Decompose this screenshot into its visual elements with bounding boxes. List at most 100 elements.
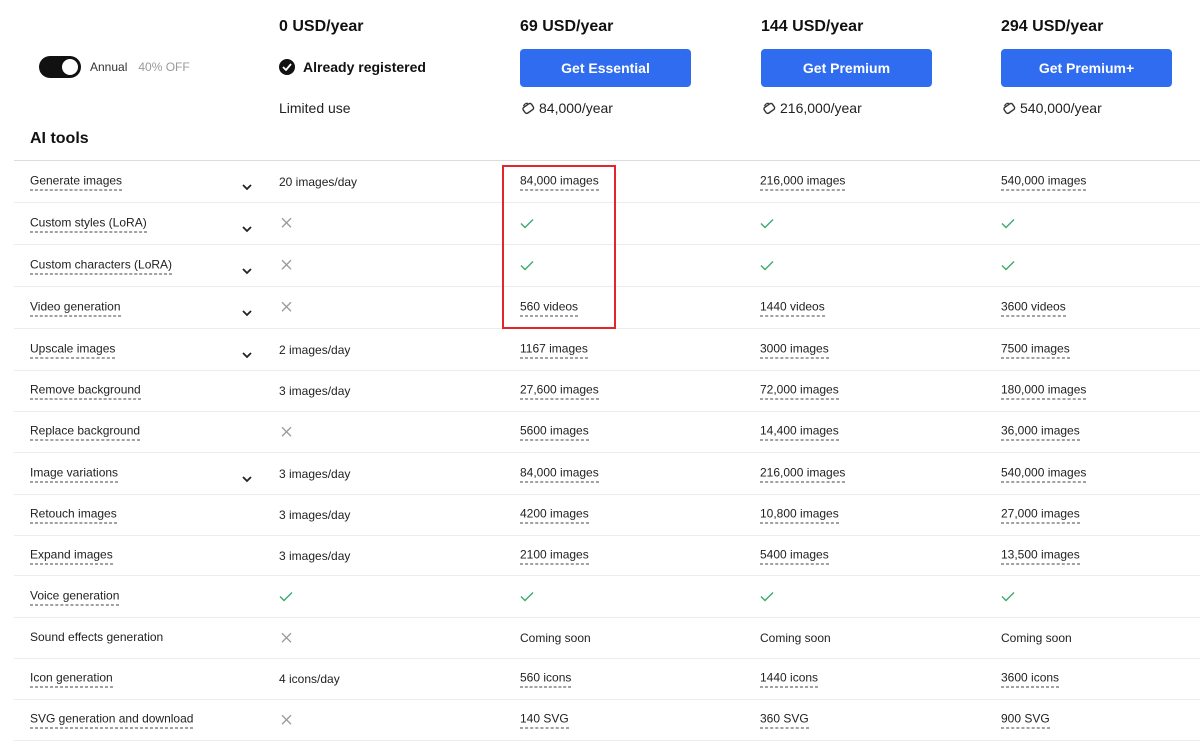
feature-value: 27,600 images — [520, 383, 599, 400]
feature-value: 3600 videos — [1001, 299, 1066, 316]
plan-credits: 84,000/year — [520, 100, 613, 116]
credits-amount: 84,000/year — [539, 100, 613, 116]
feature-value: 540,000 images — [1001, 465, 1087, 482]
table-row: Generate images 20 images/day 84,000 image… — [14, 161, 1200, 203]
check-icon — [760, 258, 774, 273]
check-icon — [1001, 589, 1015, 604]
get-essential-button[interactable]: Get Essential — [520, 49, 691, 87]
cross-icon — [279, 712, 293, 728]
feature-value: Coming soon — [1001, 631, 1072, 645]
feature-value: 36,000 images — [1001, 424, 1080, 441]
chevron-down-icon[interactable] — [241, 220, 253, 232]
get-premium-button[interactable]: Get Premium — [761, 49, 932, 87]
feature-label[interactable]: Image variations — [30, 465, 119, 482]
registered-label: Already registered — [303, 59, 426, 75]
feature-value: 3 images/day — [279, 548, 351, 563]
cross-icon — [279, 216, 293, 232]
feature-value: 3 images/day — [279, 466, 351, 481]
already-registered: Already registered — [279, 59, 426, 75]
chevron-down-icon[interactable] — [241, 178, 253, 190]
feature-value: 1440 videos — [760, 299, 825, 316]
credits-amount: 540,000/year — [1020, 100, 1102, 116]
feature-table: Generate images 20 images/day 84,000 image… — [14, 161, 1200, 741]
get-premium-plus-button[interactable]: Get Premium+ — [1001, 49, 1172, 87]
table-row: Retouch images 3 images/day 4200 images 10,… — [14, 495, 1200, 536]
chevron-down-icon[interactable] — [241, 346, 253, 358]
feature-label[interactable]: Retouch images — [30, 507, 117, 524]
feature-value: 5400 images — [760, 547, 829, 564]
feature-value: 4 icons/day — [279, 672, 340, 686]
credits-icon — [1001, 100, 1017, 116]
plan-credits: 216,000/year — [761, 100, 862, 116]
table-row: Video generation 560 videos 1440 videos 360… — [14, 287, 1200, 329]
feature-value: 72,000 images — [760, 383, 839, 400]
feature-value: 2 images/day — [279, 342, 351, 357]
feature-value: Coming soon — [760, 631, 831, 645]
feature-value: 84,000 images — [520, 173, 599, 190]
feature-label[interactable]: Remove background — [30, 383, 141, 400]
credits-icon — [520, 100, 536, 116]
feature-label[interactable]: Custom characters (LoRA) — [30, 257, 173, 274]
table-row: Replace background 5600 images 14,400 imag… — [14, 412, 1200, 453]
check-icon — [520, 216, 534, 231]
feature-value: Coming soon — [520, 631, 591, 645]
check-circle-icon — [279, 59, 295, 75]
feature-value: 14,400 images — [760, 424, 839, 441]
table-row: Upscale images 2 images/day 1167 images 300… — [14, 329, 1200, 371]
feature-value: 84,000 images — [520, 465, 599, 482]
table-row: Image variations 3 images/day 84,000 image… — [14, 453, 1200, 495]
feature-label[interactable]: Custom styles (LoRA) — [30, 215, 147, 232]
feature-label[interactable]: Icon generation — [30, 671, 113, 688]
feature-value: 7500 images — [1001, 341, 1070, 358]
table-row: Remove background 3 images/day 27,600 imag… — [14, 371, 1200, 412]
credits-amount: 216,000/year — [780, 100, 862, 116]
billing-period-toggle[interactable] — [39, 56, 81, 78]
chevron-down-icon[interactable] — [241, 304, 253, 316]
credits-icon — [761, 100, 777, 116]
plan-price: 0 USD/year — [279, 18, 364, 35]
plan-usage: Limited use — [279, 100, 351, 116]
feature-label[interactable]: Expand images — [30, 547, 113, 564]
cross-icon — [279, 258, 293, 274]
pricing-header: Annual 40% OFF 0 USD/year Already regist… — [0, 0, 1200, 161]
feature-value: 180,000 images — [1001, 383, 1087, 400]
feature-value: 3600 icons — [1001, 671, 1060, 688]
feature-label[interactable]: Generate images — [30, 173, 123, 190]
billing-toggle-group: Annual 40% OFF — [39, 56, 190, 78]
feature-value: 360 SVG — [760, 712, 809, 729]
cross-icon — [279, 300, 293, 316]
feature-label[interactable]: SVG generation and download — [30, 712, 194, 729]
feature-label[interactable]: Sound effects generation — [30, 630, 163, 646]
feature-value: 3000 images — [760, 341, 829, 358]
feature-label[interactable]: Upscale images — [30, 341, 116, 358]
feature-label[interactable]: Replace background — [30, 424, 141, 441]
plan-price: 69 USD/year — [520, 18, 614, 35]
table-row: Custom styles (LoRA) — [14, 203, 1200, 245]
plan-price: 294 USD/year — [1001, 18, 1104, 35]
feature-value: 13,500 images — [1001, 547, 1080, 564]
feature-value: 560 icons — [520, 671, 572, 688]
check-icon — [520, 589, 534, 604]
feature-value: 540,000 images — [1001, 173, 1087, 190]
feature-value: 1440 icons — [760, 671, 819, 688]
table-row: Sound effects generation Coming soon Comin… — [14, 618, 1200, 659]
table-row: Icon generation 4 icons/day 560 icons 1440 … — [14, 659, 1200, 700]
chevron-down-icon[interactable] — [241, 470, 253, 482]
feature-value: 4200 images — [520, 507, 589, 524]
chevron-down-icon[interactable] — [241, 262, 253, 274]
check-icon — [760, 589, 774, 604]
feature-label[interactable]: Voice generation — [30, 588, 120, 605]
table-row: Expand images 3 images/day 2100 images 5400… — [14, 536, 1200, 576]
discount-label: 40% OFF — [138, 60, 190, 74]
feature-label[interactable]: Video generation — [30, 299, 121, 316]
toggle-knob — [62, 59, 78, 75]
feature-value: 3 images/day — [279, 384, 351, 398]
feature-value: 216,000 images — [760, 465, 846, 482]
feature-value: 5600 images — [520, 424, 589, 441]
feature-value: 900 SVG — [1001, 712, 1050, 729]
check-icon — [760, 216, 774, 231]
billing-period-label: Annual — [90, 60, 128, 74]
feature-value: 27,000 images — [1001, 507, 1080, 524]
feature-value: 560 videos — [520, 299, 579, 316]
table-row: Custom characters (LoRA) — [14, 245, 1200, 287]
